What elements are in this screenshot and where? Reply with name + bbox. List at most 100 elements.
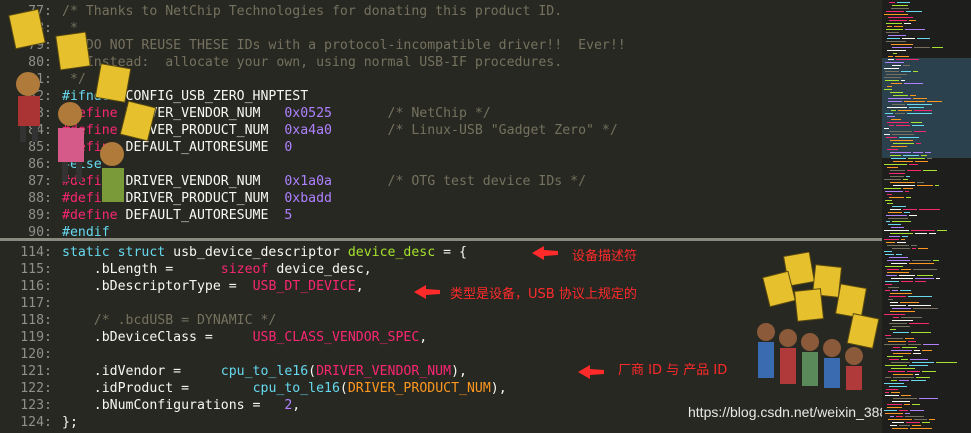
minimap-line (889, 236, 900, 237)
code-token: , (355, 279, 364, 294)
minimap-line (890, 302, 898, 303)
minimap-line (886, 41, 906, 42)
minimap-line (889, 323, 907, 324)
annotation-device-desc: 设备描述符 (572, 249, 638, 264)
minimap-line (892, 401, 910, 402)
code-line[interactable]: 120: (0, 346, 52, 363)
minimap-line (886, 215, 907, 216)
code-token: /* .bcdUSB = DYNAMIC */ (62, 313, 277, 328)
minimap-line (915, 374, 919, 375)
minimap-line (918, 248, 928, 249)
minimap-line (891, 263, 907, 264)
minimap-line (900, 290, 911, 291)
code-line[interactable]: 117: (0, 295, 52, 312)
minimap-line (935, 185, 939, 186)
code-line[interactable]: 118: /* .bcdUSB = DYNAMIC */ (0, 312, 276, 329)
minimap-line (897, 2, 910, 3)
minimap-line (925, 152, 931, 153)
minimap-line (884, 89, 892, 90)
minimap-line (923, 170, 937, 171)
minimap-line (885, 191, 903, 192)
minimap-line (891, 380, 897, 381)
minimap-line (888, 35, 906, 36)
minimap-line (886, 11, 904, 12)
minimap-line (892, 104, 905, 105)
minimap-line (885, 392, 889, 393)
code-line[interactable]: 121: .idVendor = cpu_to_le16(DRIVER_VEND… (0, 363, 467, 380)
minimap-line (885, 290, 890, 291)
minimap-line (909, 164, 918, 165)
minimap-line (884, 179, 901, 180)
minimap-line (909, 263, 934, 264)
minimap-line (893, 53, 897, 54)
minimap-line (889, 131, 912, 132)
minimap-line (897, 242, 906, 243)
minimap-line (906, 197, 911, 198)
code-token: usb_device_descriptor (165, 245, 348, 260)
code-token: DRIVER_PRODUCT_NUM (347, 381, 491, 396)
minimap-line (893, 347, 900, 348)
minimap-line (915, 161, 928, 162)
minimap-line (896, 125, 910, 126)
minimap-line (904, 23, 911, 24)
code-line[interactable]: 123: .bNumConfigurations = 2, (0, 397, 300, 414)
line-number: 118: (20, 313, 52, 328)
code-line[interactable]: 115: .bLength = sizeof device_desc, (0, 261, 371, 278)
code-token: 0x1a0a (284, 174, 332, 189)
minimap-line (901, 317, 922, 318)
code-line[interactable]: 122: .idProduct = cpu_to_le16(DRIVER_PRO… (0, 380, 506, 397)
cartoon-sticker-left-image (8, 8, 156, 202)
minimap-line (885, 413, 903, 414)
minimap-line (889, 20, 907, 21)
minimap-line (901, 281, 913, 282)
minimap-line (912, 260, 931, 261)
minimap-line (936, 278, 940, 279)
minimap-line (891, 227, 904, 228)
minimap-line (892, 221, 911, 222)
minimap-line (905, 413, 910, 414)
code-token: cpu_to_le16 (220, 364, 309, 379)
line-number: 117: (20, 296, 52, 311)
minimap-line (888, 419, 912, 420)
minimap-line (884, 230, 909, 231)
minimap-line (891, 146, 907, 147)
minimap-line (910, 428, 932, 429)
minimap-line (884, 134, 890, 135)
minimap-line (896, 254, 902, 255)
minimap-line (896, 416, 903, 417)
minimap-line (888, 341, 906, 342)
minimap-line (896, 59, 919, 60)
code-line[interactable]: 114: static struct usb_device_descriptor … (0, 244, 467, 261)
minimap-line (907, 170, 921, 171)
minimap-line (892, 290, 898, 291)
minimap-line (917, 182, 924, 183)
minimap-line (937, 230, 947, 231)
minimap-line (907, 104, 932, 105)
minimap-line (903, 188, 913, 189)
minimap-line (886, 23, 902, 24)
minimap-line (892, 65, 901, 66)
minimap-line (884, 164, 907, 165)
minimap-line (884, 251, 892, 252)
code-line[interactable]: 124:}; (0, 414, 78, 431)
code-token: 0x0525 (284, 106, 332, 121)
code-token: /* NetChip */ (331, 106, 491, 121)
code-token: ( (339, 381, 348, 396)
minimap-line (886, 29, 903, 30)
minimap-line (886, 221, 890, 222)
minimap-line (890, 233, 913, 234)
minimap-line (888, 98, 911, 99)
minimap-line (887, 86, 892, 87)
minimap-line (917, 185, 933, 186)
minimap[interactable] (882, 0, 971, 433)
minimap-line (899, 380, 909, 381)
minimap-line (885, 266, 903, 267)
code-token: DRIVER_VENDOR_NUM (316, 364, 452, 379)
minimap-line (893, 398, 917, 399)
code-line[interactable]: 119: .bDeviceClass = USB_CLASS_VENDOR_SP… (0, 329, 427, 346)
code-token: static struct (62, 245, 166, 260)
code-line[interactable]: 116: .bDescriptorType = USB_DT_DEVICE, (0, 278, 364, 295)
annotation-vendor-product: 厂商 ID 与 产品 ID (618, 363, 728, 378)
minimap-line (900, 302, 919, 303)
minimap-line (911, 332, 931, 333)
